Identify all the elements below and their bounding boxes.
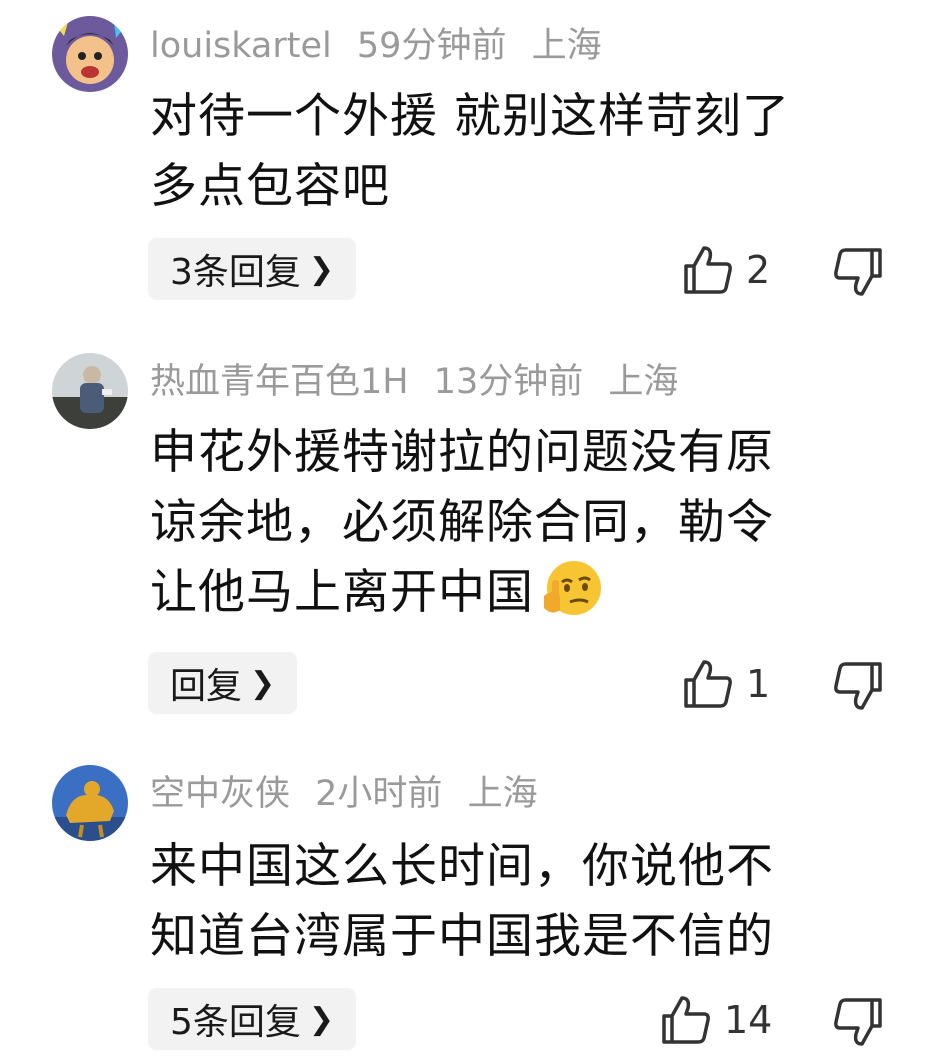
comment-location: 上海	[608, 362, 679, 402]
like-count: 14	[724, 998, 773, 1042]
like-button[interactable]: 2	[682, 244, 770, 296]
chevron-right-icon: ❯	[250, 665, 276, 701]
comment-line: 让他马上离开中国	[150, 558, 890, 628]
username[interactable]: 空中灰侠	[150, 774, 290, 814]
comment-line: 申花外援特谢拉的问题没有原	[150, 425, 774, 480]
comment-meta: 热血青年百色1H 13分钟前 上海	[150, 362, 692, 402]
like-button[interactable]: 1	[682, 658, 770, 710]
dislike-button[interactable]	[832, 996, 884, 1048]
reply-button[interactable]: 5条回复 ❯	[148, 988, 357, 1050]
comment-text: 申花外援特谢拉的问题没有原 谅余地，必须解除合同，勒令 让他马上离开中国	[150, 418, 890, 628]
thumb-up-icon	[684, 660, 732, 708]
username[interactable]: louiskartel	[150, 26, 332, 66]
chevron-right-icon: ❯	[308, 251, 335, 287]
thinking-emoji	[544, 561, 601, 615]
thumb-down-icon	[834, 662, 882, 710]
comment-meta: louiskartel 59分钟前 上海	[150, 26, 616, 66]
comment-line: 来中国这么长时间，你说他不	[150, 839, 774, 894]
comment-meta: 空中灰侠 2小时前 上海	[150, 774, 552, 814]
avatar[interactable]	[52, 16, 128, 92]
thumb-up-icon	[662, 996, 710, 1044]
comment-location: 上海	[467, 774, 538, 814]
reply-button[interactable]: 3条回复 ❯	[148, 238, 357, 300]
reply-button[interactable]: 回复 ❯	[148, 652, 298, 714]
avatar[interactable]	[52, 765, 128, 841]
comment-text: 对待一个外援 就别这样苛刻了 多点包容吧	[150, 82, 890, 222]
reply-label: 回复	[170, 666, 243, 707]
thumb-down-icon	[834, 248, 882, 296]
comment-line: 多点包容吧	[150, 159, 390, 214]
like-button[interactable]: 14	[660, 994, 772, 1046]
like-count: 2	[746, 248, 771, 292]
comment-time: 13分钟前	[433, 362, 584, 402]
comment-time: 59分钟前	[356, 26, 507, 66]
chevron-right-icon: ❯	[308, 1001, 335, 1037]
comment-line: 对待一个外援 就别这样苛刻了	[150, 89, 790, 144]
thumb-down-icon	[834, 998, 882, 1046]
dislike-button[interactable]	[832, 660, 884, 712]
comment-time: 2小时前	[315, 774, 443, 814]
like-count: 1	[746, 662, 771, 706]
comment-line-text: 让他马上离开中国	[150, 565, 534, 620]
reply-label: 5条回复	[170, 1002, 301, 1043]
comment-line: 知道台湾属于中国我是不信的	[150, 909, 774, 964]
username[interactable]: 热血青年百色1H	[150, 362, 409, 402]
comment-line: 谅余地，必须解除合同，勒令	[150, 495, 774, 550]
avatar[interactable]	[52, 353, 128, 429]
thumb-up-icon	[684, 246, 732, 294]
comment-text: 来中国这么长时间，你说他不 知道台湾属于中国我是不信的	[150, 832, 890, 972]
reply-label: 3条回复	[170, 252, 301, 293]
comment-location: 上海	[531, 26, 602, 66]
dislike-button[interactable]	[832, 246, 884, 298]
